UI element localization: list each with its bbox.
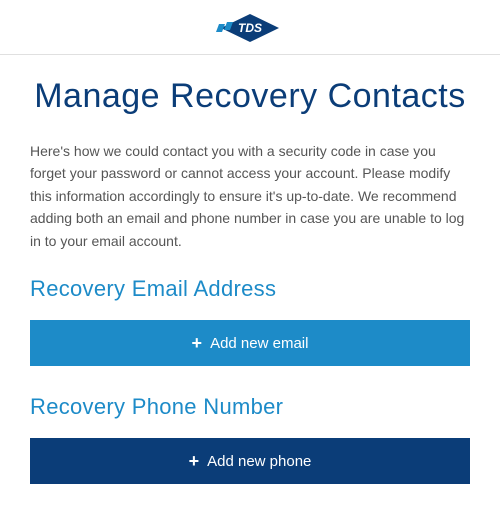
plus-icon: + xyxy=(192,334,203,352)
main-content: Manage Recovery Contacts Here's how we c… xyxy=(0,55,500,484)
add-phone-button[interactable]: + Add new phone xyxy=(30,438,470,484)
recovery-email-heading: Recovery Email Address xyxy=(30,276,470,302)
page-title: Manage Recovery Contacts xyxy=(30,77,470,116)
add-email-button-label: Add new email xyxy=(210,335,308,352)
add-phone-button-label: Add new phone xyxy=(207,453,311,470)
tds-logo: TDS xyxy=(211,12,289,44)
recovery-phone-heading: Recovery Phone Number xyxy=(30,394,470,420)
svg-text:TDS: TDS xyxy=(238,21,262,35)
header: TDS xyxy=(0,0,500,55)
page-description: Here's how we could contact you with a s… xyxy=(30,140,470,252)
plus-icon: + xyxy=(189,452,200,470)
add-email-button[interactable]: + Add new email xyxy=(30,320,470,366)
